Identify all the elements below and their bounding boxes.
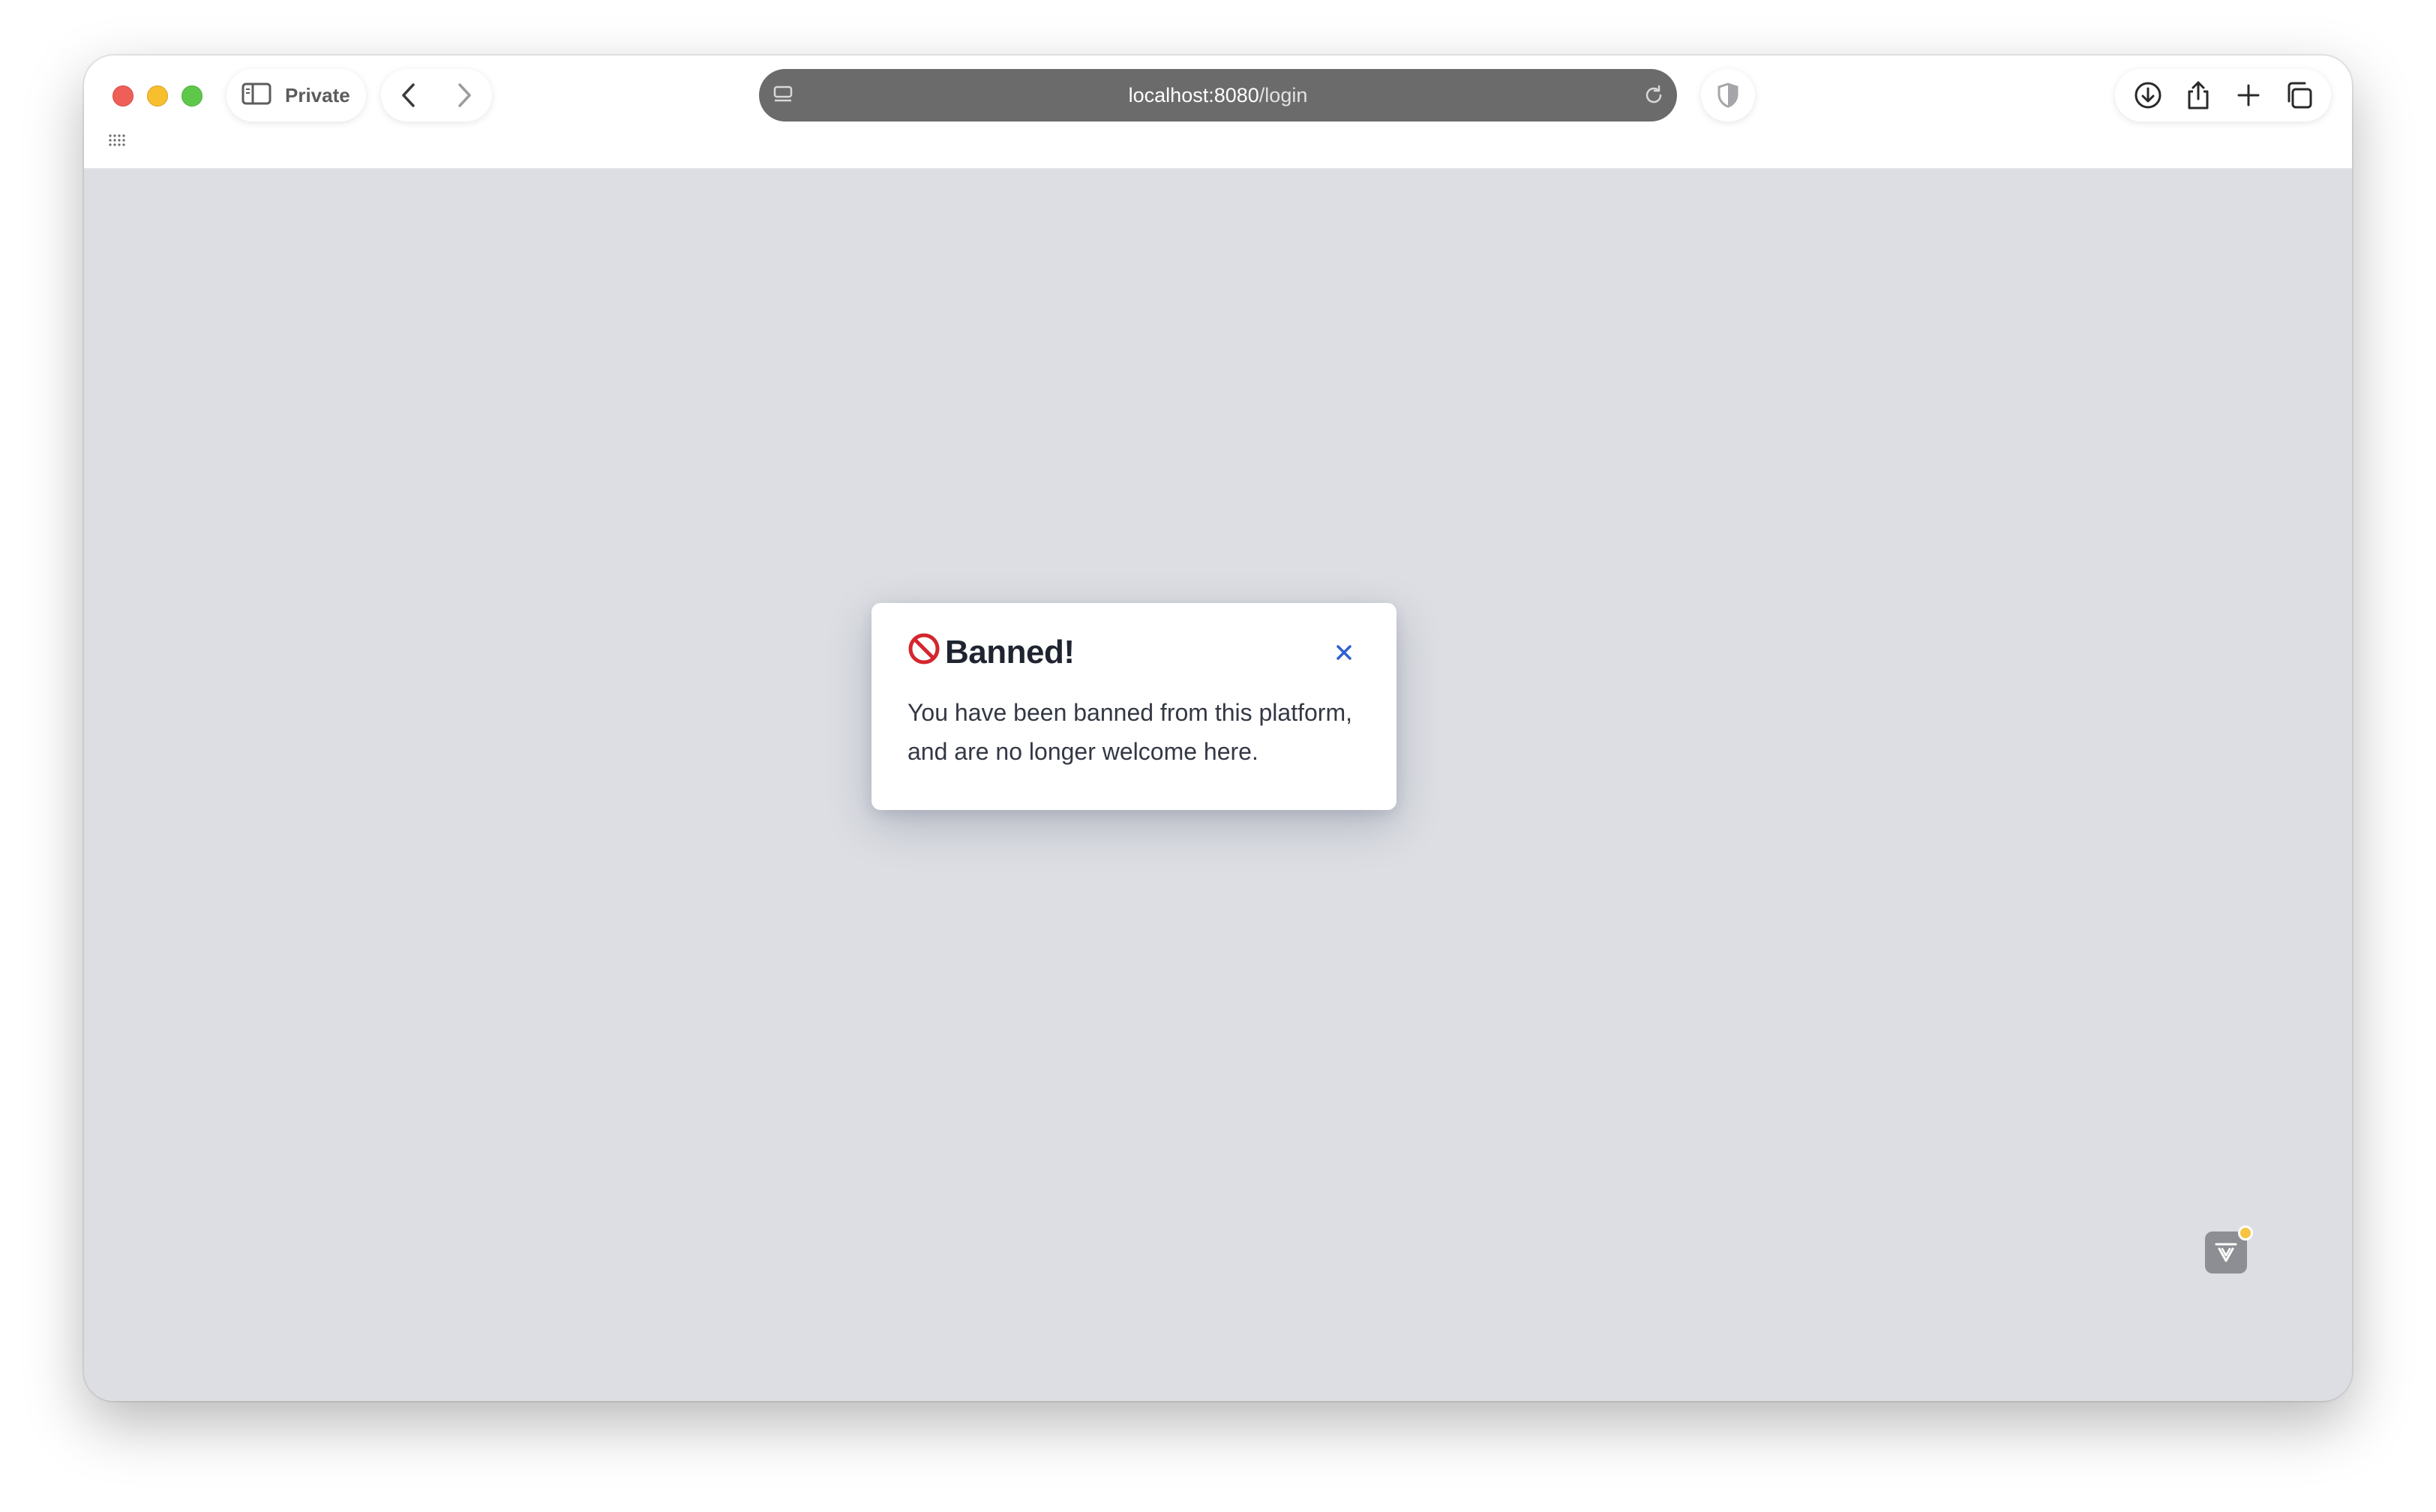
private-label: Private	[285, 83, 350, 106]
sidebar-icon	[242, 82, 272, 110]
prohibited-icon	[908, 632, 940, 674]
reload-icon[interactable]	[1641, 82, 1666, 112]
shield-icon	[1718, 82, 1738, 108]
banned-dialog: Banned! You have been banned from this p…	[872, 603, 1396, 810]
downloads-button[interactable]	[2130, 77, 2166, 113]
dialog-title: Banned!	[908, 632, 1075, 674]
minimize-window-button[interactable]	[147, 86, 168, 106]
download-icon	[2134, 82, 2161, 109]
url-host: localhost:8080	[1128, 83, 1259, 106]
dialog-title-text: Banned!	[945, 634, 1075, 670]
chevron-left-icon	[402, 83, 415, 107]
close-icon	[1336, 645, 1352, 660]
tabs-overview-icon	[2288, 82, 2312, 109]
chevron-right-icon	[458, 83, 471, 107]
back-button[interactable]	[391, 77, 427, 113]
close-window-button[interactable]	[112, 86, 134, 106]
extension-button[interactable]	[2205, 1226, 2253, 1274]
share-icon	[2188, 81, 2208, 110]
address-bar[interactable]: localhost:8080/login	[759, 69, 1677, 122]
extension-icon	[2215, 1243, 2237, 1262]
new-tab-button[interactable]	[2230, 77, 2266, 113]
privacy-report-button[interactable]	[1701, 69, 1755, 122]
notification-badge	[2238, 1226, 2253, 1240]
zoom-window-button[interactable]	[182, 86, 202, 106]
private-sidebar-toggle[interactable]: Private	[226, 69, 366, 122]
navigation-buttons	[381, 69, 492, 122]
page-menu-icon[interactable]	[772, 84, 794, 109]
plus-icon	[2237, 84, 2259, 106]
url-path: /login	[1258, 83, 1308, 106]
toolbar-actions	[2115, 69, 2331, 122]
share-button[interactable]	[2180, 77, 2216, 113]
dialog-message: You have been banned from this platform,…	[908, 699, 1352, 765]
close-button[interactable]	[1328, 636, 1360, 669]
tab-overview-button[interactable]	[2281, 77, 2317, 113]
browser-toolbar: Private localhost:8080/login	[84, 56, 2352, 170]
url-text: localhost:8080/login	[1129, 84, 1308, 107]
grid-icon[interactable]	[108, 134, 128, 151]
forward-button[interactable]	[446, 77, 482, 113]
dialog-header: Banned!	[908, 630, 1360, 675]
